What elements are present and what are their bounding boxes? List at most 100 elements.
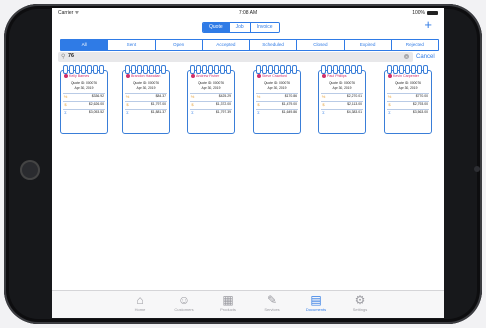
quote-id: Quote ID: 000076 bbox=[70, 81, 98, 85]
quote-id: Quote ID: 000076 bbox=[197, 81, 225, 85]
customer-name: Kelly Barnes bbox=[64, 74, 89, 79]
home-button bbox=[20, 160, 40, 180]
customer-name: Brandon Hawaiian bbox=[126, 74, 160, 79]
customer-avatar-icon bbox=[126, 74, 130, 79]
customer-avatar-icon bbox=[388, 74, 392, 79]
search-value: 76 bbox=[68, 53, 74, 59]
document-type-segment: Quote Job Invoice bbox=[202, 22, 280, 33]
search-input[interactable]: ⚲ 76 × bbox=[58, 52, 413, 62]
tax-icon: % bbox=[63, 94, 68, 99]
money-icon: $ bbox=[64, 102, 67, 107]
total-row: Σ $1,649.86 bbox=[256, 109, 298, 115]
status-filter: All Sent Open Accepted Scheduled Closed … bbox=[60, 39, 439, 51]
subtotal-row: $ $1,797.00 bbox=[125, 101, 167, 107]
filter-rejected[interactable]: Rejected bbox=[391, 40, 438, 50]
tab-documents[interactable]: ▤ Documents bbox=[296, 293, 336, 313]
tab-customers[interactable]: ☺ Customers bbox=[164, 293, 204, 313]
sum-icon: Σ bbox=[257, 110, 260, 115]
filter-all[interactable]: All bbox=[61, 40, 109, 50]
segment-quote[interactable]: Quote bbox=[203, 23, 230, 32]
filter-sent[interactable]: Sent bbox=[108, 40, 156, 50]
customer-name: Steve Crawford bbox=[257, 74, 287, 79]
battery-icon bbox=[427, 10, 438, 15]
tax-icon: % bbox=[190, 94, 195, 99]
customer-avatar-icon bbox=[191, 74, 195, 79]
segment-invoice[interactable]: Invoice bbox=[250, 23, 279, 32]
status-bar: Carrier ᯤ 7:08 AM 100% bbox=[52, 8, 444, 18]
customers-icon: ☺ bbox=[177, 293, 191, 307]
filter-scheduled[interactable]: Scheduled bbox=[250, 40, 298, 50]
tab-products[interactable]: ▦ Products bbox=[208, 293, 248, 313]
card-rings bbox=[321, 65, 363, 74]
tax-row: % $2,270.01 bbox=[321, 93, 363, 99]
quote-id: Quote ID: 000076 bbox=[394, 81, 422, 85]
filter-closed[interactable]: Closed bbox=[297, 40, 345, 50]
subtotal-row: $ $2,626.00 bbox=[63, 101, 105, 107]
device-frame: Carrier ᯤ 7:08 AM 100% Quote Job Invoice… bbox=[0, 0, 486, 328]
app-screen: Carrier ᯤ 7:08 AM 100% Quote Job Invoice… bbox=[52, 8, 444, 318]
subtotal-row: $ $2,113.00 bbox=[321, 101, 363, 107]
quote-date: Apr 30, 2019 bbox=[74, 86, 94, 90]
sum-icon: Σ bbox=[64, 110, 67, 115]
quote-date: Apr 30, 2019 bbox=[267, 86, 287, 90]
cancel-button[interactable]: Cancel bbox=[416, 52, 435, 62]
money-icon: $ bbox=[388, 102, 391, 107]
sum-icon: Σ bbox=[388, 110, 391, 115]
tax-icon: % bbox=[256, 94, 261, 99]
quote-card[interactable]: Kelly Barnes Quote ID: 000076 Apr 30, 20… bbox=[60, 65, 108, 134]
quote-date: Apr 30, 2019 bbox=[332, 86, 352, 90]
subtotal-row: $ $1,479.00 bbox=[256, 101, 298, 107]
settings-icon: ⚙ bbox=[354, 293, 366, 307]
quote-id: Quote ID: 000076 bbox=[132, 81, 160, 85]
total-row: Σ $3,053.52 bbox=[63, 109, 105, 115]
clear-search-icon[interactable]: × bbox=[404, 54, 409, 59]
quote-card[interactable]: Andrew Fisher Quote ID: 000076 Apr 30, 2… bbox=[187, 65, 235, 134]
tax-row: % $770.00 bbox=[387, 93, 429, 99]
total-row: Σ $4,383.01 bbox=[321, 109, 363, 115]
tax-row: % $84.37 bbox=[125, 93, 167, 99]
services-icon: ✎ bbox=[266, 293, 278, 307]
money-icon: $ bbox=[191, 102, 194, 107]
tab-bar: ⌂ Home ☺ Customers ▦ Products ✎ Services… bbox=[52, 290, 444, 318]
customer-name: Kevin Carpenter bbox=[388, 74, 419, 79]
filter-accepted[interactable]: Accepted bbox=[202, 40, 250, 50]
customer-name: Andrew Fisher bbox=[191, 74, 219, 79]
tax-icon: % bbox=[321, 94, 326, 99]
tax-row: % $170.86 bbox=[256, 93, 298, 99]
card-rings bbox=[256, 65, 298, 74]
sum-icon: Σ bbox=[126, 110, 129, 115]
total-row: Σ $1,797.39 bbox=[190, 109, 232, 115]
tab-home[interactable]: ⌂ Home bbox=[120, 293, 160, 313]
quote-card[interactable]: Steve Crawford Quote ID: 000076 Apr 30, … bbox=[253, 65, 301, 134]
quote-card-list: Kelly Barnes Quote ID: 000076 Apr 30, 20… bbox=[52, 65, 444, 156]
filter-expired[interactable]: Expired bbox=[344, 40, 392, 50]
money-icon: $ bbox=[126, 102, 129, 107]
card-rings bbox=[125, 65, 167, 74]
sum-icon: Σ bbox=[191, 110, 194, 115]
card-rings bbox=[190, 65, 232, 74]
quote-date: Apr 30, 2019 bbox=[136, 86, 156, 90]
battery-indicator: 100% bbox=[412, 10, 438, 16]
tax-icon: % bbox=[387, 94, 392, 99]
tab-settings[interactable]: ⚙ Settings bbox=[340, 293, 380, 313]
subtotal-row: $ $2,793.00 bbox=[387, 101, 429, 107]
add-button[interactable]: + bbox=[424, 18, 432, 31]
money-icon: $ bbox=[257, 102, 260, 107]
documents-icon: ▤ bbox=[310, 293, 322, 307]
tax-row: % $425.29 bbox=[190, 93, 232, 99]
segment-job[interactable]: Job bbox=[229, 23, 251, 32]
status-time: 7:08 AM bbox=[238, 10, 258, 16]
quote-id: Quote ID: 000076 bbox=[328, 81, 356, 85]
tab-services[interactable]: ✎ Services bbox=[252, 293, 292, 313]
money-icon: $ bbox=[322, 102, 325, 107]
filter-open[interactable]: Open bbox=[155, 40, 203, 50]
quote-card[interactable]: Brandon Hawaiian Quote ID: 000076 Apr 30… bbox=[122, 65, 170, 134]
sum-icon: Σ bbox=[322, 110, 325, 115]
quote-card[interactable]: Kevin Carpenter Quote ID: 000076 Apr 30,… bbox=[384, 65, 432, 134]
products-icon: ▦ bbox=[222, 293, 234, 307]
customer-name: Paul Phillips bbox=[322, 74, 347, 79]
tax-icon: % bbox=[125, 94, 130, 99]
camera-icon bbox=[474, 166, 480, 172]
quote-card[interactable]: Paul Phillips Quote ID: 000076 Apr 30, 2… bbox=[318, 65, 366, 134]
card-rings bbox=[387, 65, 429, 74]
